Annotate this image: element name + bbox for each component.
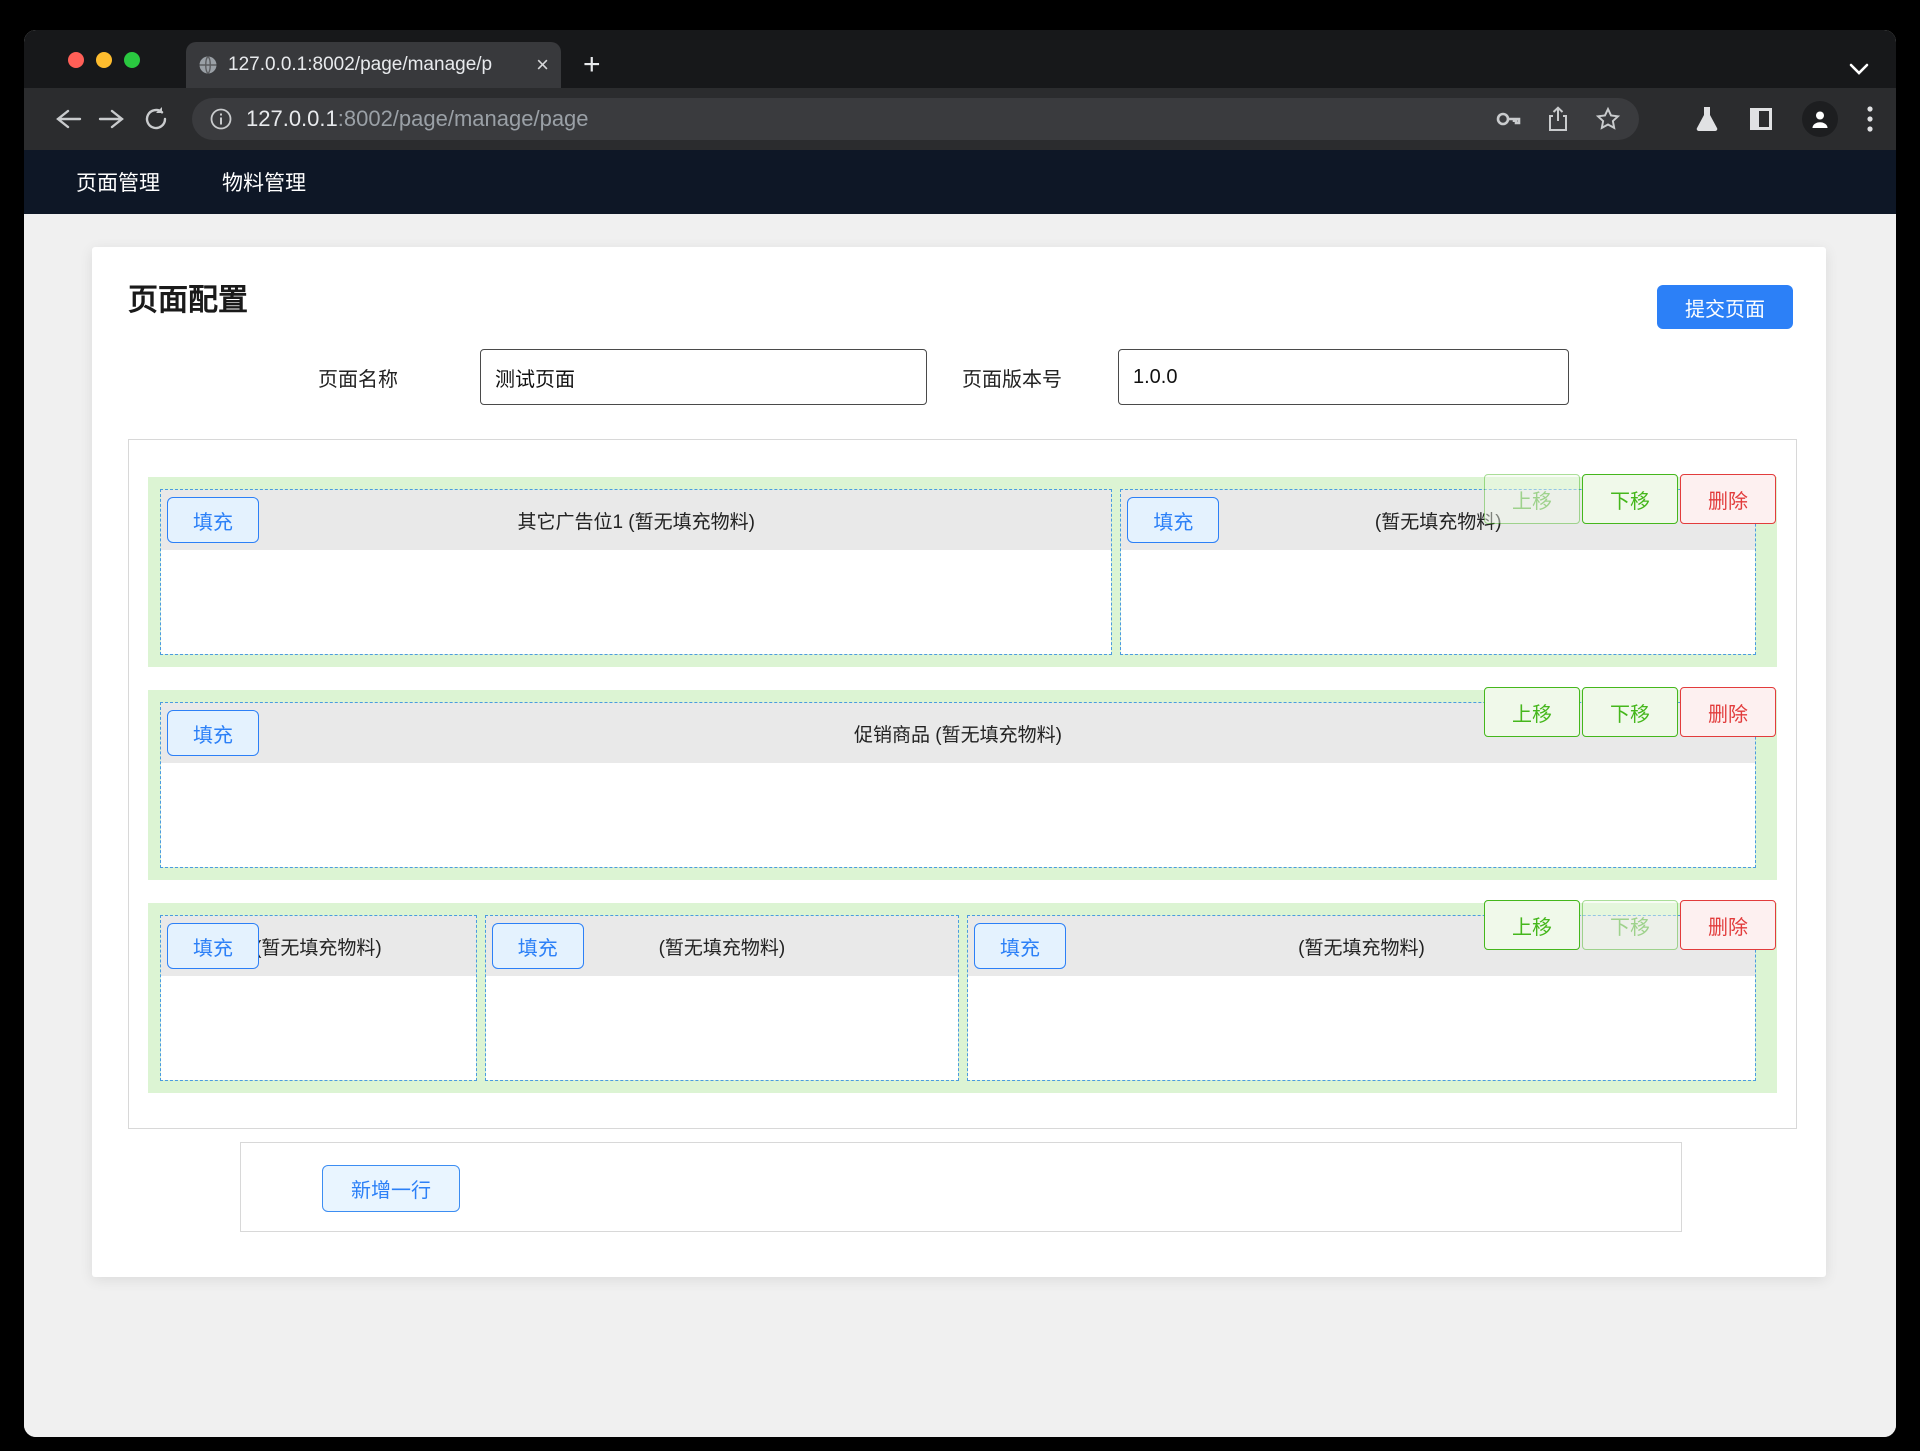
add-row-box: 新增一行 [240, 1142, 1682, 1232]
column-title: (暂无填充物料) [659, 933, 786, 960]
page-name-input[interactable] [480, 349, 927, 405]
move-down-button[interactable]: 下移 [1582, 687, 1678, 737]
url-text: 127.0.0.1:8002/page/manage/page [246, 106, 1481, 132]
config-card: 页面配置 提交页面 页面名称 页面版本号 上移下移删除填充其它广告位1 (暂无填… [92, 247, 1826, 1277]
column-body [486, 976, 958, 1080]
delete-button[interactable]: 删除 [1680, 474, 1776, 524]
nav-material-manage[interactable]: 物料管理 [222, 167, 306, 197]
reload-button[interactable] [134, 106, 178, 132]
fill-button[interactable]: 填充 [167, 923, 259, 969]
info-icon[interactable] [210, 108, 232, 130]
page-version-label: 页面版本号 [962, 363, 1062, 392]
row-column: 填充 (暂无填充物料) [485, 915, 959, 1081]
new-tab-button[interactable]: + [583, 48, 601, 82]
add-row-button[interactable]: 新增一行 [322, 1165, 460, 1212]
column-title: 其它广告位1 (暂无填充物料) [517, 507, 755, 534]
row-actions: 上移下移删除 [1482, 900, 1776, 950]
menu-kebab-icon[interactable] [1866, 104, 1874, 134]
tab-title: 127.0.0.1:8002/page/manage/p [228, 54, 526, 76]
share-icon[interactable] [1547, 106, 1569, 132]
column-body [161, 763, 1755, 867]
globe-icon [198, 55, 218, 75]
page-title: 页面配置 [128, 275, 248, 319]
back-button[interactable] [46, 107, 90, 131]
move-down-button[interactable]: 下移 [1582, 474, 1678, 524]
submit-page-button[interactable]: 提交页面 [1657, 285, 1793, 329]
page-row: 上移下移删除填充其它广告位1 (暂无填充物料)填充(暂无填充物料) [148, 477, 1777, 667]
delete-button[interactable]: 删除 [1680, 900, 1776, 950]
sidebar-toggle-icon[interactable] [1748, 106, 1774, 132]
column-body [1121, 550, 1755, 654]
close-window-button[interactable] [68, 52, 84, 68]
zoom-window-button[interactable] [124, 52, 140, 68]
row-column: 填充(暂无填充物料) [160, 915, 477, 1081]
close-tab-icon[interactable]: × [536, 54, 549, 76]
browser-toolbar: 127.0.0.1:8002/page/manage/page [24, 88, 1896, 150]
flask-icon[interactable] [1694, 105, 1720, 133]
move-up-button[interactable]: 上移 [1484, 900, 1580, 950]
row-actions: 上移下移删除 [1482, 474, 1776, 524]
window-controls [68, 52, 140, 68]
page-name-label: 页面名称 [318, 363, 398, 392]
site-navbar: 页面管理 物料管理 [24, 150, 1896, 214]
forward-button[interactable] [90, 107, 134, 131]
browser-tab[interactable]: 127.0.0.1:8002/page/manage/p × [186, 42, 561, 88]
column-title: (暂无填充物料) [1298, 933, 1425, 960]
column-body [161, 550, 1111, 654]
move-up-button[interactable]: 上移 [1484, 474, 1580, 524]
page-row: 上移下移删除 填充 促销商品 (暂无填充物料) [148, 690, 1777, 880]
browser-window: 127.0.0.1:8002/page/manage/p × + 127.0.0… [24, 30, 1896, 1437]
fill-button[interactable]: 填充 [1127, 497, 1219, 543]
column-title: (暂无填充物料) [255, 933, 382, 960]
column-header: 填充(暂无填充物料) [161, 916, 476, 976]
move-down-button[interactable]: 下移 [1582, 900, 1678, 950]
address-bar[interactable]: 127.0.0.1:8002/page/manage/page [192, 98, 1639, 140]
column-header: 填充 (暂无填充物料) [486, 916, 958, 976]
page-row: 上移下移删除填充(暂无填充物料)填充(暂无填充物料)填充(暂无填充物料) [148, 903, 1777, 1093]
minimize-window-button[interactable] [96, 52, 112, 68]
bookmark-star-icon[interactable] [1595, 106, 1621, 132]
column-body [161, 976, 476, 1080]
fill-button[interactable]: 填充 [974, 923, 1066, 969]
page-version-input[interactable] [1118, 349, 1569, 405]
tab-strip: 127.0.0.1:8002/page/manage/p × + [24, 30, 1896, 88]
move-up-button[interactable]: 上移 [1484, 687, 1580, 737]
page-content: 页面配置 提交页面 页面名称 页面版本号 上移下移删除填充其它广告位1 (暂无填… [24, 214, 1896, 1437]
key-icon[interactable] [1495, 108, 1521, 130]
row-column: 填充 其它广告位1 (暂无填充物料) [160, 489, 1112, 655]
profile-avatar[interactable] [1802, 101, 1838, 137]
column-header: 填充 其它广告位1 (暂无填充物料) [161, 490, 1111, 550]
chevron-down-icon[interactable] [1848, 62, 1870, 76]
fill-button[interactable]: 填充 [492, 923, 584, 969]
fill-button[interactable]: 填充 [167, 710, 259, 756]
nav-page-manage[interactable]: 页面管理 [76, 167, 160, 197]
delete-button[interactable]: 删除 [1680, 687, 1776, 737]
column-title: 促销商品 (暂无填充物料) [854, 720, 1062, 747]
fill-button[interactable]: 填充 [167, 497, 259, 543]
rows-container: 上移下移删除填充其它广告位1 (暂无填充物料)填充(暂无填充物料)上移下移删除填… [128, 439, 1797, 1129]
row-actions: 上移下移删除 [1482, 687, 1776, 737]
column-body [968, 976, 1755, 1080]
